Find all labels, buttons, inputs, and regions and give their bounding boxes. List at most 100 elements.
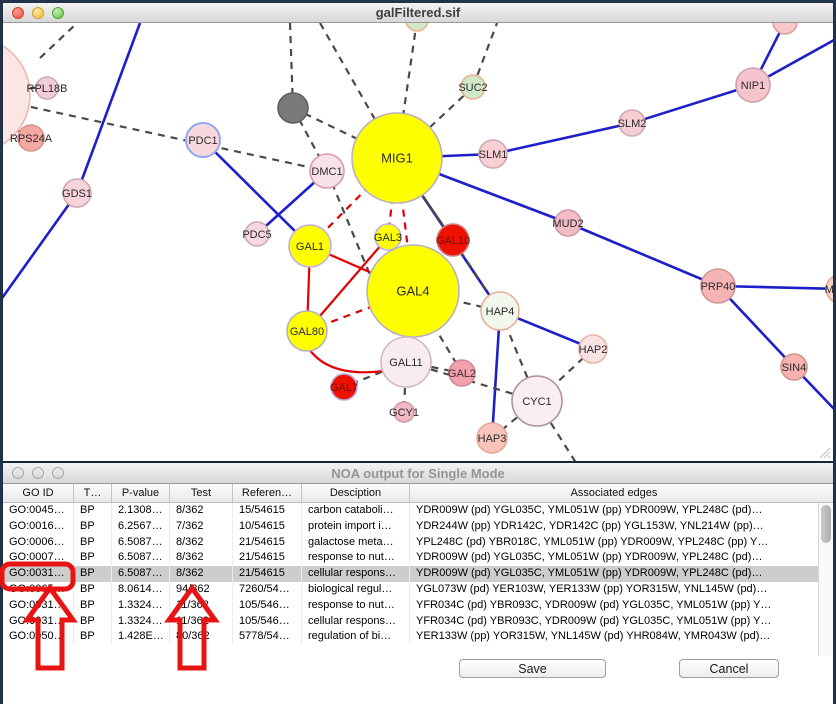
- table-row[interactable]: GO:0031…BP1.3324…11/362105/546…response …: [3, 598, 818, 614]
- cell-type[interactable]: BP: [74, 566, 112, 582]
- cell-p-value[interactable]: 6.5087…: [112, 535, 170, 551]
- cell-type[interactable]: BP: [74, 582, 112, 598]
- zoom-button[interactable]: [52, 467, 64, 479]
- network-edge[interactable]: [493, 123, 632, 154]
- cell-description[interactable]: galactose meta…: [302, 535, 410, 551]
- cell-test[interactable]: 11/362: [170, 598, 233, 614]
- column-header-test[interactable]: Test: [170, 484, 233, 502]
- network-edge[interactable]: [632, 85, 753, 123]
- network-titlebar[interactable]: galFiltered.sif: [3, 3, 833, 23]
- minimize-button[interactable]: [32, 7, 44, 19]
- cell-type[interactable]: BP: [74, 519, 112, 535]
- column-header-p-value[interactable]: P-value: [112, 484, 170, 502]
- cell-reference[interactable]: 10/54615: [233, 519, 302, 535]
- cell-description[interactable]: response to nut…: [302, 598, 410, 614]
- cell-associated-edges[interactable]: YGL073W (pd) YER103W, YER133W (pp) YOR31…: [410, 582, 818, 598]
- cell-test[interactable]: 8/362: [170, 566, 233, 582]
- cell-type[interactable]: BP: [74, 550, 112, 566]
- cell-associated-edges[interactable]: YPL248C (pd) YBR018C, YML051W (pp) YDR00…: [410, 535, 818, 551]
- cell-test[interactable]: 94/362: [170, 582, 233, 598]
- cell-go-id[interactable]: GO:0065…: [3, 582, 74, 598]
- cell-go-id[interactable]: GO:0045…: [3, 503, 74, 519]
- cell-reference[interactable]: 7260/54…: [233, 582, 302, 598]
- table-row[interactable]: GO:0031…BP1.3324…11/362105/546…cellular …: [3, 614, 818, 630]
- table-row[interactable]: GO:0016…BP6.2567…7/36210/54615protein im…: [3, 519, 818, 535]
- cell-p-value[interactable]: 6.5087…: [112, 550, 170, 566]
- cell-reference[interactable]: 105/546…: [233, 598, 302, 614]
- cell-description[interactable]: protein import i…: [302, 519, 410, 535]
- cell-associated-edges[interactable]: YDR009W (pd) YGL035C, YML051W (pp) YDR00…: [410, 550, 818, 566]
- cell-type[interactable]: BP: [74, 629, 112, 645]
- cell-reference[interactable]: 21/54615: [233, 550, 302, 566]
- scrollbar-thumb[interactable]: [821, 505, 831, 543]
- cell-p-value[interactable]: 6.2567…: [112, 519, 170, 535]
- cell-description[interactable]: cellular respons…: [302, 566, 410, 582]
- network-edge[interactable]: [40, 25, 75, 58]
- cell-reference[interactable]: 105/546…: [233, 614, 302, 630]
- table-row[interactable]: GO:0007…BP6.5087…8/36221/54615response t…: [3, 550, 818, 566]
- cell-test[interactable]: 7/362: [170, 519, 233, 535]
- table-row[interactable]: GO:0006…BP6.5087…8/36221/54615galactose …: [3, 535, 818, 551]
- cancel-button[interactable]: Cancel: [679, 659, 779, 678]
- cell-reference[interactable]: 21/54615: [233, 535, 302, 551]
- cell-reference[interactable]: 5778/54…: [233, 629, 302, 645]
- minimize-button[interactable]: [32, 467, 44, 479]
- cell-go-id[interactable]: GO:0031…: [3, 614, 74, 630]
- cell-type[interactable]: BP: [74, 535, 112, 551]
- cell-associated-edges[interactable]: YFR034C (pd) YBR093C, YDR009W (pd) YGL03…: [410, 598, 818, 614]
- table-row[interactable]: GO:0031…BP6.5087…8/36221/54615cellular r…: [3, 566, 818, 582]
- cell-go-id[interactable]: GO:0006…: [3, 535, 74, 551]
- resize-grip-icon[interactable]: [820, 448, 831, 459]
- vertical-scrollbar[interactable]: [818, 503, 833, 656]
- cell-associated-edges[interactable]: YFR034C (pd) YBR093C, YDR009W (pd) YGL03…: [410, 614, 818, 630]
- close-button[interactable]: [12, 467, 24, 479]
- network-graph[interactable]: RPL18BRPS24AGDS1PDC1PDC5DMC1MIG1SUC2SLM1…: [3, 23, 833, 461]
- node-pink-top-right[interactable]: [773, 23, 797, 34]
- network-canvas[interactable]: RPL18BRPS24AGDS1PDC1PDC5DMC1MIG1SUC2SLM1…: [3, 23, 833, 461]
- cell-p-value[interactable]: 2.1308…: [112, 503, 170, 519]
- column-header-associated-edges[interactable]: Associated edges: [410, 484, 818, 502]
- cell-type[interactable]: BP: [74, 614, 112, 630]
- column-header-go-id[interactable]: GO ID: [3, 484, 74, 502]
- cell-associated-edges[interactable]: YER133W (pp) YOR315W, YNL145W (pd) YHR08…: [410, 629, 818, 645]
- cell-reference[interactable]: 15/54615: [233, 503, 302, 519]
- node-gray-node[interactable]: [278, 93, 308, 123]
- cell-test[interactable]: 11/362: [170, 614, 233, 630]
- cell-test[interactable]: 80/362: [170, 629, 233, 645]
- cell-description[interactable]: biological regul…: [302, 582, 410, 598]
- noa-titlebar[interactable]: NOA output for Single Mode: [3, 463, 833, 484]
- cell-associated-edges[interactable]: YDR009W (pd) YGL035C, YML051W (pp) YDR00…: [410, 503, 818, 519]
- cell-p-value[interactable]: 1.3324…: [112, 598, 170, 614]
- cell-test[interactable]: 8/362: [170, 503, 233, 519]
- cell-associated-edges[interactable]: YDR009W (pd) YGL035C, YML051W (pp) YDR00…: [410, 566, 818, 582]
- cell-test[interactable]: 8/362: [170, 535, 233, 551]
- table-row[interactable]: GO:0065…BP8.0614…94/3627260/54…biologica…: [3, 582, 818, 598]
- cell-go-id[interactable]: GO:0007…: [3, 550, 74, 566]
- save-button[interactable]: Save: [459, 659, 606, 678]
- cell-type[interactable]: BP: [74, 503, 112, 519]
- node-green-top[interactable]: [406, 23, 428, 31]
- cell-description[interactable]: regulation of bi…: [302, 629, 410, 645]
- table-row[interactable]: GO:0045…BP2.1308…8/36215/54615carbon cat…: [3, 503, 818, 519]
- network-edge[interactable]: [568, 223, 718, 286]
- cell-p-value[interactable]: 1.428E…: [112, 629, 170, 645]
- cell-description[interactable]: carbon cataboli…: [302, 503, 410, 519]
- cell-reference[interactable]: 21/54615: [233, 566, 302, 582]
- cell-p-value[interactable]: 6.5087…: [112, 566, 170, 582]
- network-edge[interactable]: [77, 23, 140, 193]
- cell-p-value[interactable]: 8.0614…: [112, 582, 170, 598]
- network-edge[interactable]: [3, 193, 77, 301]
- cell-test[interactable]: 8/362: [170, 550, 233, 566]
- cell-go-id[interactable]: GO:0031…: [3, 566, 74, 582]
- cell-description[interactable]: cellular respons…: [302, 614, 410, 630]
- table-row[interactable]: GO:0050…BP1.428E…80/3625778/54…regulatio…: [3, 629, 818, 645]
- cell-p-value[interactable]: 1.3324…: [112, 614, 170, 630]
- zoom-button[interactable]: [52, 7, 64, 19]
- cell-go-id[interactable]: GO:0050…: [3, 629, 74, 645]
- cell-go-id[interactable]: GO:0016…: [3, 519, 74, 535]
- column-header-description[interactable]: Desciption: [302, 484, 410, 502]
- cell-description[interactable]: response to nut…: [302, 550, 410, 566]
- close-button[interactable]: [12, 7, 24, 19]
- cell-type[interactable]: BP: [74, 598, 112, 614]
- column-header-type[interactable]: T…: [74, 484, 112, 502]
